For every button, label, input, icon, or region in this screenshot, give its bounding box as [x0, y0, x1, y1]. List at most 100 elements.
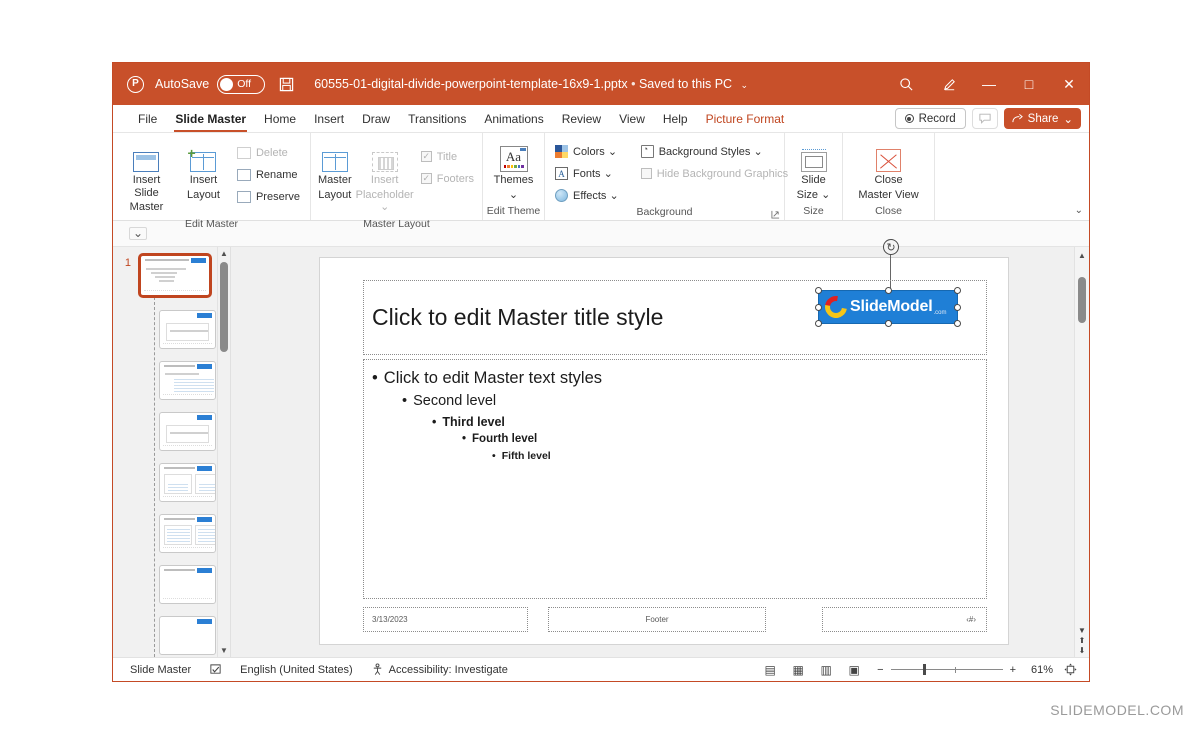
- background-styles-button[interactable]: Background Styles ⌄: [637, 142, 792, 161]
- effects-button[interactable]: Effects ⌄: [551, 186, 623, 205]
- resize-handle-nw[interactable]: [815, 287, 822, 294]
- resize-handle-sw[interactable]: [815, 320, 822, 327]
- colors-button[interactable]: Colors ⌄: [551, 142, 623, 161]
- footers-checkbox[interactable]: ✓ Footers: [417, 169, 478, 188]
- slide-layout-thumbnail[interactable]: [159, 361, 216, 400]
- slide-layout-thumbnail[interactable]: [159, 412, 216, 451]
- rename-master-button[interactable]: Rename: [233, 165, 304, 184]
- canvas-vertical-scrollbar[interactable]: ▲ ▼ ⬆ ⬇: [1074, 247, 1089, 657]
- preserve-master-button[interactable]: Preserve: [233, 187, 304, 206]
- search-icon[interactable]: [883, 63, 929, 105]
- thumbnail-scroll-down-icon[interactable]: ▼: [218, 644, 230, 657]
- date-placeholder[interactable]: 3/13/2023: [363, 607, 528, 632]
- zoom-in-button[interactable]: +: [1010, 664, 1016, 676]
- zoom-level-label[interactable]: 61%: [1023, 664, 1053, 676]
- tab-picture-format[interactable]: Picture Format: [697, 105, 794, 133]
- slide-editing-surface[interactable]: ↻ Click to edit Master title style Slide…: [319, 239, 1009, 645]
- slide-layout-thumbnail[interactable]: [159, 463, 216, 502]
- list-item[interactable]: [113, 616, 216, 657]
- close-master-view-button[interactable]: Close Master View: [849, 139, 928, 204]
- tab-insert[interactable]: Insert: [305, 105, 353, 133]
- document-title[interactable]: 60555-01-digital-divide-powerpoint-templ…: [314, 77, 748, 91]
- autosave-toggle[interactable]: Off: [217, 74, 266, 94]
- background-dialog-launcher-icon[interactable]: [771, 210, 780, 219]
- previous-slide-button[interactable]: ⬆: [1079, 636, 1086, 645]
- maximize-button[interactable]: □: [1009, 63, 1049, 105]
- hide-background-graphics-checkbox[interactable]: Hide Background Graphics: [637, 164, 792, 183]
- zoom-slider-handle[interactable]: [922, 664, 927, 675]
- share-chevron-down-icon[interactable]: ⌄: [1063, 112, 1073, 126]
- tab-help[interactable]: Help: [654, 105, 697, 133]
- minimize-button[interactable]: —: [969, 63, 1009, 105]
- list-item[interactable]: [113, 361, 216, 412]
- close-button[interactable]: ✕: [1049, 63, 1089, 105]
- resize-handle-n[interactable]: [885, 287, 892, 294]
- slide-layout-thumbnail[interactable]: [159, 310, 216, 349]
- zoom-slider[interactable]: [890, 664, 1003, 675]
- tab-review[interactable]: Review: [553, 105, 610, 133]
- share-button[interactable]: Share ⌄: [1003, 108, 1081, 129]
- list-item[interactable]: [113, 514, 216, 565]
- slide-master-thumbnail[interactable]: [138, 253, 212, 298]
- slide-layout-thumbnail[interactable]: [159, 616, 216, 655]
- title-checkbox[interactable]: ✓ Title: [417, 147, 478, 166]
- pen-annotation-icon[interactable]: [929, 63, 969, 105]
- tab-slide-master[interactable]: Slide Master: [166, 105, 255, 133]
- tab-draw[interactable]: Draw: [353, 105, 399, 133]
- insert-slide-master-button[interactable]: Insert Slide Master: [119, 139, 174, 217]
- slide-sorter-view-button[interactable]: ▦: [785, 660, 811, 680]
- tab-home[interactable]: Home: [255, 105, 305, 133]
- resize-handle-w[interactable]: [815, 304, 822, 311]
- zoom-out-button[interactable]: −: [877, 664, 883, 676]
- tab-file[interactable]: File: [129, 105, 166, 133]
- footer-placeholder[interactable]: Footer: [548, 607, 766, 632]
- list-item[interactable]: [113, 565, 216, 616]
- rotation-handle[interactable]: ↻: [883, 239, 899, 255]
- normal-view-button[interactable]: ▤: [757, 660, 783, 680]
- list-item[interactable]: [113, 412, 216, 463]
- thumbnail-scroll-up-icon[interactable]: ▲: [218, 247, 230, 260]
- fonts-button[interactable]: A Fonts ⌄: [551, 164, 623, 183]
- slideshow-view-button[interactable]: ▣: [841, 660, 867, 680]
- resize-handle-s[interactable]: [885, 320, 892, 327]
- list-item[interactable]: [113, 463, 216, 514]
- body-text-placeholder[interactable]: • Click to edit Master text styles • Sec…: [363, 359, 987, 599]
- save-icon[interactable]: [279, 77, 294, 92]
- delete-master-button[interactable]: Delete: [233, 143, 304, 162]
- next-slide-button[interactable]: ⬇: [1079, 646, 1086, 655]
- master-layout-button[interactable]: Master Layout: [317, 139, 353, 204]
- list-item[interactable]: 1: [113, 253, 216, 310]
- ribbon-collapse-chevron-icon[interactable]: ⌄: [1075, 205, 1083, 216]
- themes-button[interactable]: Aa Themes ⌄: [489, 139, 538, 204]
- resize-handle-e[interactable]: [954, 304, 961, 311]
- comment-icon[interactable]: [971, 108, 998, 129]
- slide-thumbnail-panel[interactable]: 1 ▲ ▼: [113, 247, 231, 657]
- spellcheck-status[interactable]: [200, 663, 231, 676]
- themes-chevron-down-icon[interactable]: ⌄: [509, 189, 518, 202]
- thumbnail-scrollbar[interactable]: ▲ ▼: [217, 247, 230, 657]
- insert-layout-button[interactable]: + Insert Layout: [176, 139, 231, 204]
- tab-view[interactable]: View: [610, 105, 654, 133]
- fit-to-window-icon[interactable]: [1060, 663, 1081, 676]
- record-button[interactable]: Record: [894, 108, 966, 129]
- scroll-down-icon[interactable]: ▼: [1078, 626, 1086, 635]
- slide-size-label2[interactable]: Size ⌄: [797, 189, 831, 202]
- resize-handle-se[interactable]: [954, 320, 961, 327]
- slide-layout-thumbnail[interactable]: [159, 514, 216, 553]
- slide-layout-thumbnail[interactable]: [159, 565, 216, 604]
- slide-size-button[interactable]: Slide Size ⌄: [791, 139, 836, 204]
- chevron-down-icon[interactable]: ⌄: [741, 80, 749, 90]
- list-item[interactable]: [113, 310, 216, 361]
- slide-number-placeholder[interactable]: ‹#›: [822, 607, 987, 632]
- tab-transitions[interactable]: Transitions: [399, 105, 475, 133]
- reading-view-button[interactable]: ▥: [813, 660, 839, 680]
- resize-handle-ne[interactable]: [954, 287, 961, 294]
- insert-placeholder-button[interactable]: Insert Placeholder ⌄: [355, 139, 415, 217]
- accessibility-status[interactable]: Accessibility: Investigate: [362, 663, 517, 676]
- thumbnail-scrollbar-thumb[interactable]: [220, 262, 228, 352]
- slidemodel-logo-picture[interactable]: SlideModel .com: [815, 287, 961, 327]
- scrollbar-thumb[interactable]: [1078, 277, 1086, 323]
- tab-animations[interactable]: Animations: [475, 105, 552, 133]
- scroll-up-icon[interactable]: ▲: [1075, 247, 1089, 263]
- language-status[interactable]: English (United States): [231, 664, 362, 676]
